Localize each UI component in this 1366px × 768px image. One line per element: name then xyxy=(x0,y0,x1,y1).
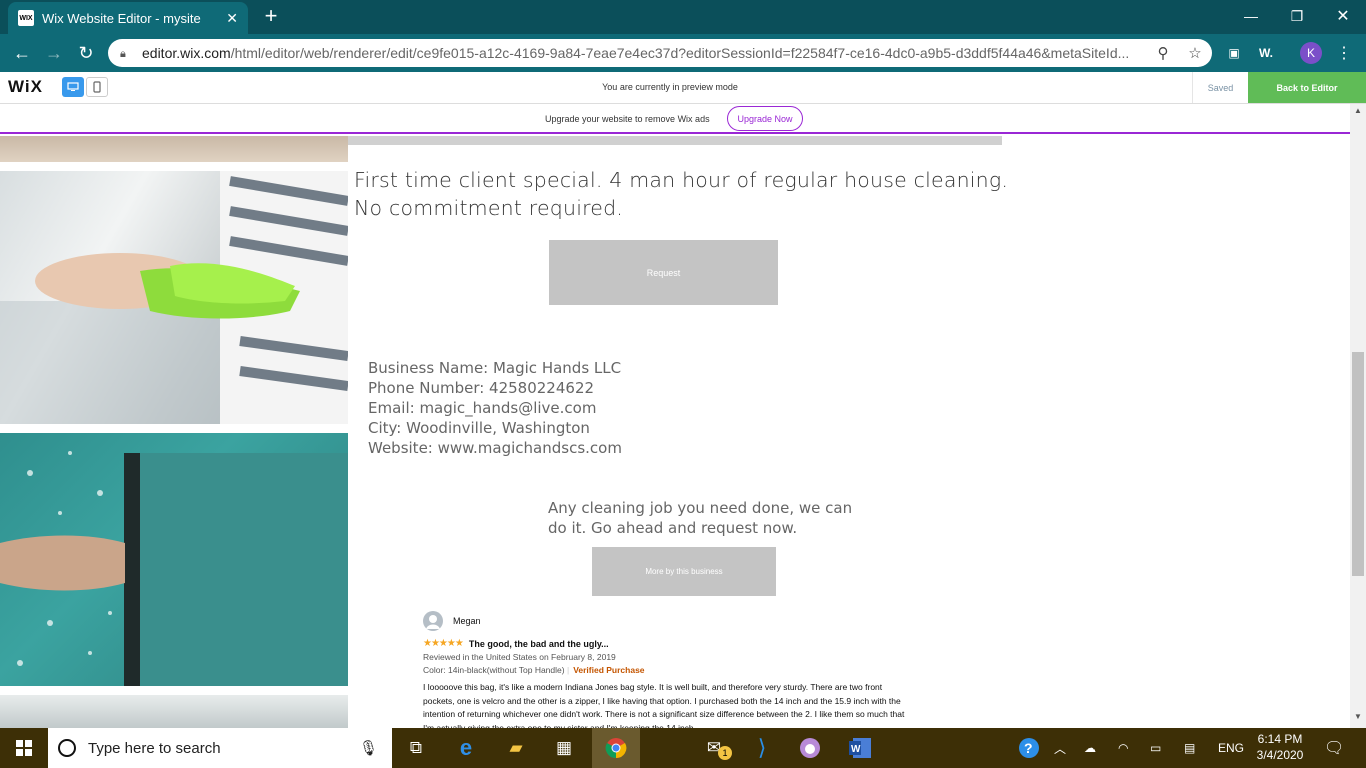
windows-start-icon[interactable] xyxy=(0,728,48,768)
reviewer-avatar-icon xyxy=(423,611,443,631)
wix-logo: WiX xyxy=(8,77,43,96)
star-rating-icon: ★★★★★ xyxy=(423,638,464,649)
mail-icon[interactable]: ✉ 1 xyxy=(694,732,734,764)
profile-avatar[interactable]: K xyxy=(1300,42,1322,64)
wifi-icon[interactable]: ◠ xyxy=(1118,738,1128,758)
section-divider xyxy=(348,136,1002,145)
verified-badge: Verified Purchase xyxy=(573,665,645,675)
address-bar[interactable]: 🔒︎ editor.wix.com/html/editor/web/render… xyxy=(108,39,1212,67)
business-name: Business Name: Magic Hands LLC xyxy=(368,359,622,377)
browser-tab-active[interactable]: WIX Wix Website Editor - mysite ✕ xyxy=(8,2,248,34)
email: Email: magic_hands@live.com xyxy=(368,399,597,417)
clock-time: 6:14 PM xyxy=(1257,732,1303,746)
upgrade-text: Upgrade your website to remove Wix ads xyxy=(545,114,710,124)
minimize-icon[interactable]: — xyxy=(1228,0,1274,32)
desktop-view-icon[interactable] xyxy=(62,77,84,97)
request-button[interactable]: Request xyxy=(549,240,778,305)
preview-mode-message: You are currently in preview mode xyxy=(602,82,738,92)
taskbar-search-placeholder: Type here to search xyxy=(88,739,221,757)
cast-extension-icon[interactable]: ▣ xyxy=(1222,41,1246,65)
bookmark-star-icon[interactable]: ☆ xyxy=(1184,43,1206,63)
saved-status: Saved xyxy=(1192,72,1248,103)
forward-arrow-icon[interactable]: → xyxy=(40,40,68,66)
zoom-search-icon[interactable]: ⚲ xyxy=(1152,43,1174,63)
taskbar-search[interactable]: Type here to search 🎙︎ xyxy=(48,728,392,768)
tab-close-icon[interactable]: ✕ xyxy=(226,10,238,27)
language-indicator[interactable]: ENG xyxy=(1218,738,1244,758)
restore-icon[interactable]: ❐ xyxy=(1274,0,1320,32)
customer-review: Megan ★★★★★ The good, the bad and the ug… xyxy=(423,610,913,728)
cleaning-photo-squeegee xyxy=(0,433,348,686)
scrollbar-thumb[interactable] xyxy=(1352,352,1364,576)
cleaning-photo-top xyxy=(0,136,348,162)
taskbar-clock[interactable]: 6:14 PM 3/4/2020 xyxy=(1250,731,1310,763)
tagline: Any cleaning job you need done, we can d… xyxy=(548,499,853,537)
phone-number: Phone Number: 42580224622 xyxy=(368,379,595,397)
more-by-business-button[interactable]: More by this business xyxy=(592,547,776,596)
chrome-icon[interactable] xyxy=(596,732,636,764)
mail-badge: 1 xyxy=(718,746,732,760)
mobile-view-icon[interactable] xyxy=(86,77,108,97)
special-offer-headline: First time client special. 4 man hour of… xyxy=(354,168,1009,220)
calculator-icon[interactable]: ▦ xyxy=(544,732,584,764)
url-host: editor.wix.com xyxy=(142,45,231,61)
svg-text:?: ? xyxy=(1024,740,1033,756)
back-to-editor-button[interactable]: Back to Editor xyxy=(1248,72,1366,103)
url-path: /html/editor/web/renderer/edit/ce9fe015-… xyxy=(230,45,1130,61)
cleaning-photo-bottom xyxy=(0,695,348,728)
lock-icon: 🔒︎ xyxy=(120,48,126,60)
menu-kebab-icon[interactable]: ⋮ xyxy=(1332,41,1356,65)
review-variant: Color: 14in-black(without Top Handle) xyxy=(423,665,565,675)
new-tab-button[interactable]: + xyxy=(258,4,284,30)
clock-date: 3/4/2020 xyxy=(1256,748,1304,762)
vscode-icon[interactable]: ⟩ xyxy=(742,732,782,764)
upgrade-now-button[interactable]: Upgrade Now xyxy=(727,106,803,131)
battery-icon[interactable]: ▭ xyxy=(1150,738,1161,758)
display-icon[interactable]: ▤ xyxy=(1184,738,1195,758)
back-arrow-icon[interactable]: ← xyxy=(8,40,36,66)
business-info: Business Name: Magic Hands LLC Phone Num… xyxy=(368,358,622,458)
svg-text:W: W xyxy=(851,744,861,755)
review-title: The good, the bad and the ugly... xyxy=(468,638,609,649)
file-explorer-icon[interactable]: ▰ xyxy=(496,732,536,764)
word-icon[interactable]: W xyxy=(840,732,880,764)
show-hidden-icons-icon[interactable]: ︿ xyxy=(1054,738,1066,758)
cleaning-photo-cloth xyxy=(0,171,348,424)
wix-favicon-icon: WIX xyxy=(18,10,34,26)
onedrive-icon[interactable]: ☁ xyxy=(1084,738,1096,758)
notifications-icon[interactable]: 🗨︎ xyxy=(1324,738,1344,758)
city: City: Woodinville, Washington xyxy=(368,419,590,437)
scroll-up-icon[interactable]: ▲ xyxy=(1350,106,1366,120)
github-desktop-icon[interactable] xyxy=(790,732,830,764)
review-date: Reviewed in the United States on Februar… xyxy=(423,652,616,662)
scroll-down-icon[interactable]: ▼ xyxy=(1350,712,1366,726)
reviewer-name: Megan xyxy=(453,616,481,626)
window-close-icon[interactable]: ✕ xyxy=(1320,0,1366,32)
review-body: I looooove this bag, it's like a modern … xyxy=(423,682,905,728)
cortana-icon xyxy=(58,739,76,757)
edge-icon[interactable]: e xyxy=(446,732,486,764)
help-icon[interactable]: ? xyxy=(1018,738,1040,758)
wix-extension-icon[interactable]: W. xyxy=(1254,41,1278,65)
reload-icon[interactable]: ↻ xyxy=(72,40,100,66)
tab-title: Wix Website Editor - mysite xyxy=(42,10,201,26)
microphone-icon[interactable]: 🎙︎ xyxy=(359,739,378,757)
task-view-icon[interactable]: ⧉ xyxy=(396,732,436,764)
site-page: First time client special. 4 man hour of… xyxy=(0,136,1350,728)
website: Website: www.magichandscs.com xyxy=(368,439,622,457)
